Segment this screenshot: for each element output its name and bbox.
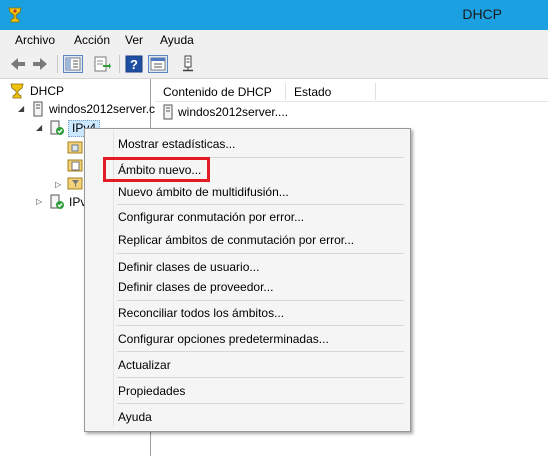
server-node-icon — [33, 101, 43, 117]
menu-item-mostrar-estadisticas[interactable]: Mostrar estadísticas... — [118, 137, 235, 151]
server-icon[interactable] — [178, 55, 198, 73]
menu-item-definir-clases-usuario[interactable]: Definir clases de usuario... — [118, 260, 259, 274]
tree-label-server: windos2012server.c — [49, 102, 156, 116]
list-header: Contenido de DHCP Estado — [155, 81, 548, 102]
menu-bar: Archivo Acción Ver Ayuda — [0, 30, 548, 50]
list-item-label: windos2012server.... — [178, 105, 289, 119]
server-options-icon[interactable] — [67, 140, 83, 154]
help-icon[interactable]: ? — [125, 55, 145, 73]
menu-item-nuevo-ambito-multidifusion[interactable]: Nuevo ámbito de multidifusión... — [118, 185, 289, 199]
svg-text:?: ? — [130, 57, 138, 72]
ipv4-icon — [50, 120, 64, 135]
filters-icon[interactable] — [67, 176, 83, 190]
dhcp-icon — [10, 83, 24, 99]
highlight-box — [103, 157, 210, 182]
collapse-arrow-icon[interactable]: ◢ — [36, 123, 42, 132]
expand-arrow-icon[interactable]: ▷ — [55, 180, 61, 189]
menu-ver[interactable]: Ver — [125, 33, 143, 47]
properties-icon[interactable] — [148, 55, 168, 73]
menu-item-definir-clases-proveedor[interactable]: Definir clases de proveedor... — [118, 280, 273, 294]
ipv6-icon — [50, 194, 64, 209]
menu-archivo[interactable]: Archivo — [15, 33, 55, 47]
menu-ayuda[interactable]: Ayuda — [160, 33, 194, 47]
list-item[interactable]: windos2012server.... — [155, 103, 548, 121]
menu-item-configurar-opciones[interactable]: Configurar opciones predeterminadas... — [118, 332, 329, 346]
tree-node-server[interactable]: ◢ windos2012server.c — [0, 100, 155, 118]
menu-item-actualizar[interactable]: Actualizar — [118, 358, 171, 372]
back-icon[interactable] — [8, 55, 28, 73]
column-header-estado[interactable]: Estado — [294, 85, 331, 99]
window-title: DHCP — [462, 6, 502, 22]
show-hide-tree-icon[interactable] — [63, 55, 83, 73]
forward-icon[interactable] — [30, 55, 50, 73]
column-header-contenido[interactable]: Contenido de DHCP — [163, 85, 272, 99]
export-list-icon[interactable] — [92, 55, 112, 73]
server-row-icon — [163, 104, 173, 120]
toolbar: ? — [0, 50, 548, 79]
menu-item-reconciliar-ambitos[interactable]: Reconciliar todos los ámbitos... — [118, 306, 284, 320]
policies-icon[interactable] — [67, 158, 83, 172]
menu-item-ayuda[interactable]: Ayuda — [118, 410, 152, 424]
menu-item-configurar-conmutacion[interactable]: Configurar conmutación por error... — [118, 210, 304, 224]
title-bar[interactable]: DHCP — [0, 0, 548, 30]
expand-arrow-icon[interactable]: ▷ — [36, 197, 42, 206]
menu-item-propiedades[interactable]: Propiedades — [118, 384, 185, 398]
collapse-arrow-icon[interactable]: ◢ — [18, 104, 24, 113]
tree-label-dhcp: DHCP — [30, 84, 65, 98]
menu-item-replicar-ambitos[interactable]: Replicar ámbitos de conmutación por erro… — [118, 233, 354, 247]
menu-accion[interactable]: Acción — [74, 33, 110, 47]
